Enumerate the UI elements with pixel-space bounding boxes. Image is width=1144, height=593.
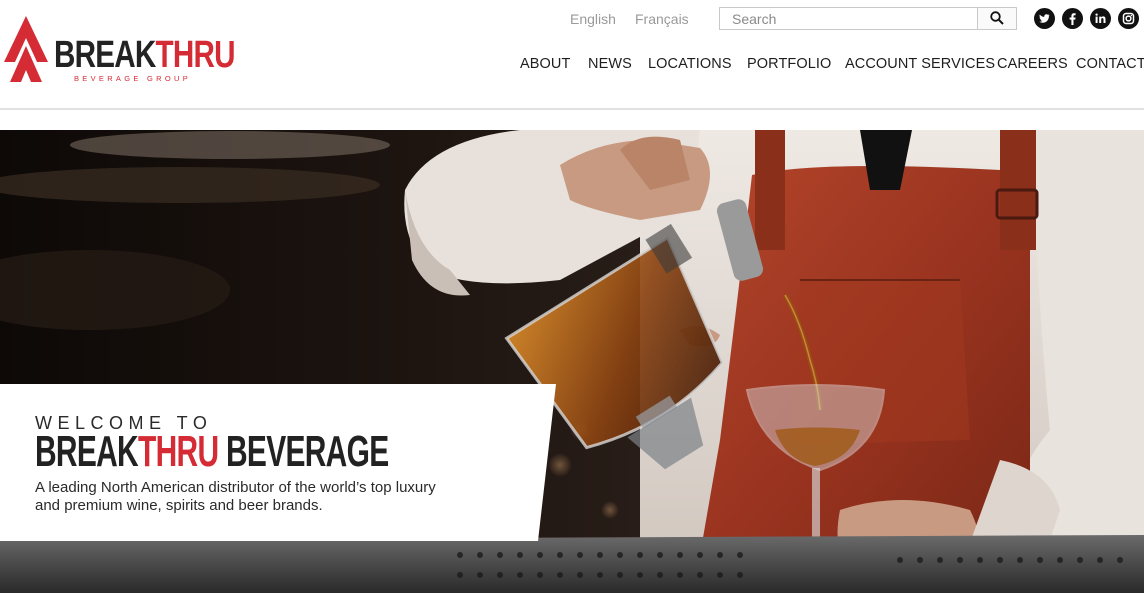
nav-careers[interactable]: CAREERS — [997, 56, 1068, 72]
welcome-headline: BREAKTHRU BEVERAGE — [35, 427, 389, 476]
nav-about[interactable]: ABOUT — [520, 56, 570, 72]
language-french-link[interactable]: Français — [635, 11, 689, 27]
site-header: BREAKTHRU BEVERAGE GROUP English Françai… — [0, 0, 1144, 108]
search-box — [719, 7, 1017, 30]
instagram-icon — [1122, 12, 1135, 25]
headline-break: BREAK — [35, 427, 139, 476]
facebook-icon — [1069, 13, 1076, 25]
nav-account-services[interactable]: ACCOUNT SERVICES — [845, 56, 995, 72]
search-button[interactable] — [977, 8, 1016, 29]
header-divider — [0, 108, 1144, 110]
brand-logo[interactable]: BREAKTHRU BEVERAGE GROUP — [4, 16, 235, 86]
nav-locations[interactable]: LOCATIONS — [648, 56, 732, 72]
nav-portfolio[interactable]: PORTFOLIO — [747, 56, 831, 72]
language-english-link[interactable]: English — [570, 11, 616, 27]
headline-beverage: BEVERAGE — [218, 427, 389, 476]
twitter-icon — [1039, 14, 1050, 23]
main-navigation: ABOUT NEWS LOCATIONS PORTFOLIO ACCOUNT S… — [0, 56, 1144, 74]
facebook-link[interactable] — [1062, 8, 1083, 29]
twitter-link[interactable] — [1034, 8, 1055, 29]
search-icon — [990, 11, 1004, 25]
linkedin-icon — [1095, 13, 1106, 23]
instagram-link[interactable] — [1118, 8, 1139, 29]
welcome-description: A leading North American distributor of … — [35, 479, 436, 514]
nav-contact[interactable]: CONTACT — [1076, 56, 1144, 72]
search-input[interactable] — [720, 8, 980, 29]
logo-subtitle: BEVERAGE GROUP — [74, 74, 192, 83]
nav-news[interactable]: NEWS — [588, 56, 632, 72]
linkedin-link[interactable] — [1090, 8, 1111, 29]
headline-thru: THRU — [137, 427, 219, 476]
